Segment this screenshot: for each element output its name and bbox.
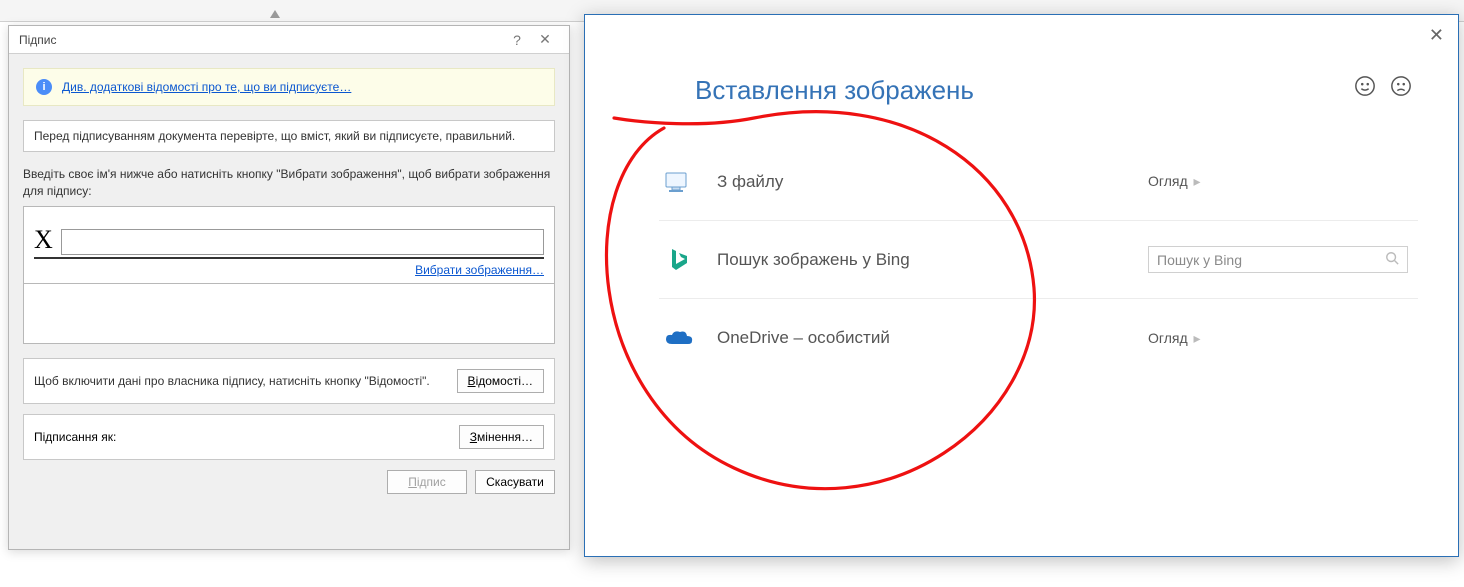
verify-notice: Перед підписуванням документа перевірте,… xyxy=(23,120,555,152)
computer-icon xyxy=(659,171,699,193)
signature-name-box: X Вибрати зображення… xyxy=(23,206,555,284)
dialog-title: Підпис xyxy=(19,33,503,47)
browse-onedrive-link[interactable]: Огляд ▸ xyxy=(1148,330,1201,346)
bing-search-input[interactable]: Пошук у Bing xyxy=(1148,246,1408,273)
signing-as-label: Підписання як: xyxy=(34,430,116,444)
bing-icon xyxy=(659,247,699,273)
dialog-titlebar: Підпис ? ✕ xyxy=(9,26,569,54)
smile-icon[interactable] xyxy=(1354,75,1376,103)
owner-info-row: Щоб включити дані про власника підпису, … xyxy=(23,358,555,404)
insert-images-dialog: ✕ Вставлення зображень З файлу xyxy=(584,14,1459,557)
info-banner: i Див. додаткові відомості про те, що ви… xyxy=(23,68,555,106)
bing-label: Пошук зображень у Bing xyxy=(717,250,1148,270)
from-file-label: З файлу xyxy=(717,172,1148,192)
select-image-link[interactable]: Вибрати зображення… xyxy=(415,263,544,277)
ruler-indent-marker[interactable] xyxy=(270,10,280,18)
from-file-row[interactable]: З файлу Огляд ▸ xyxy=(659,143,1418,221)
bing-search-row[interactable]: Пошук зображень у Bing Пошук у Bing xyxy=(659,221,1418,299)
bing-search-placeholder: Пошук у Bing xyxy=(1157,252,1379,268)
close-button[interactable]: ✕ xyxy=(1429,25,1444,46)
frown-icon[interactable] xyxy=(1390,75,1412,103)
help-button[interactable]: ? xyxy=(503,32,531,48)
details-button[interactable]: Відомості… xyxy=(457,369,544,393)
info-icon: i xyxy=(36,79,52,95)
insert-images-title: Вставлення зображень xyxy=(695,75,974,106)
search-icon xyxy=(1385,251,1399,268)
dialog-footer: Підпис Скасувати xyxy=(23,470,555,494)
feedback-faces xyxy=(1354,75,1412,103)
signature-name-input[interactable] xyxy=(61,229,544,255)
change-button[interactable]: Змінення… xyxy=(459,425,544,449)
onedrive-label: OneDrive – особистий xyxy=(717,328,1148,348)
instruction-text: Введіть своє ім'я нижче або натисніть кн… xyxy=(23,166,555,200)
onedrive-icon xyxy=(659,328,699,348)
cancel-button[interactable]: Скасувати xyxy=(475,470,555,494)
browse-file-link[interactable]: Огляд ▸ xyxy=(1148,173,1201,189)
info-link[interactable]: Див. додаткові відомості про те, що ви п… xyxy=(62,80,351,94)
owner-info-text: Щоб включити дані про власника підпису, … xyxy=(34,374,457,388)
close-button[interactable]: ✕ xyxy=(531,31,559,48)
sign-button: Підпис xyxy=(387,470,467,494)
signature-dialog: Підпис ? ✕ i Див. додаткові відомості пр… xyxy=(8,25,570,550)
signature-preview-area xyxy=(23,284,555,344)
signing-as-row: Підписання як: Змінення… xyxy=(23,414,555,460)
onedrive-row[interactable]: OneDrive – особистий Огляд ▸ xyxy=(659,299,1418,377)
signature-x-mark: X xyxy=(34,225,53,255)
